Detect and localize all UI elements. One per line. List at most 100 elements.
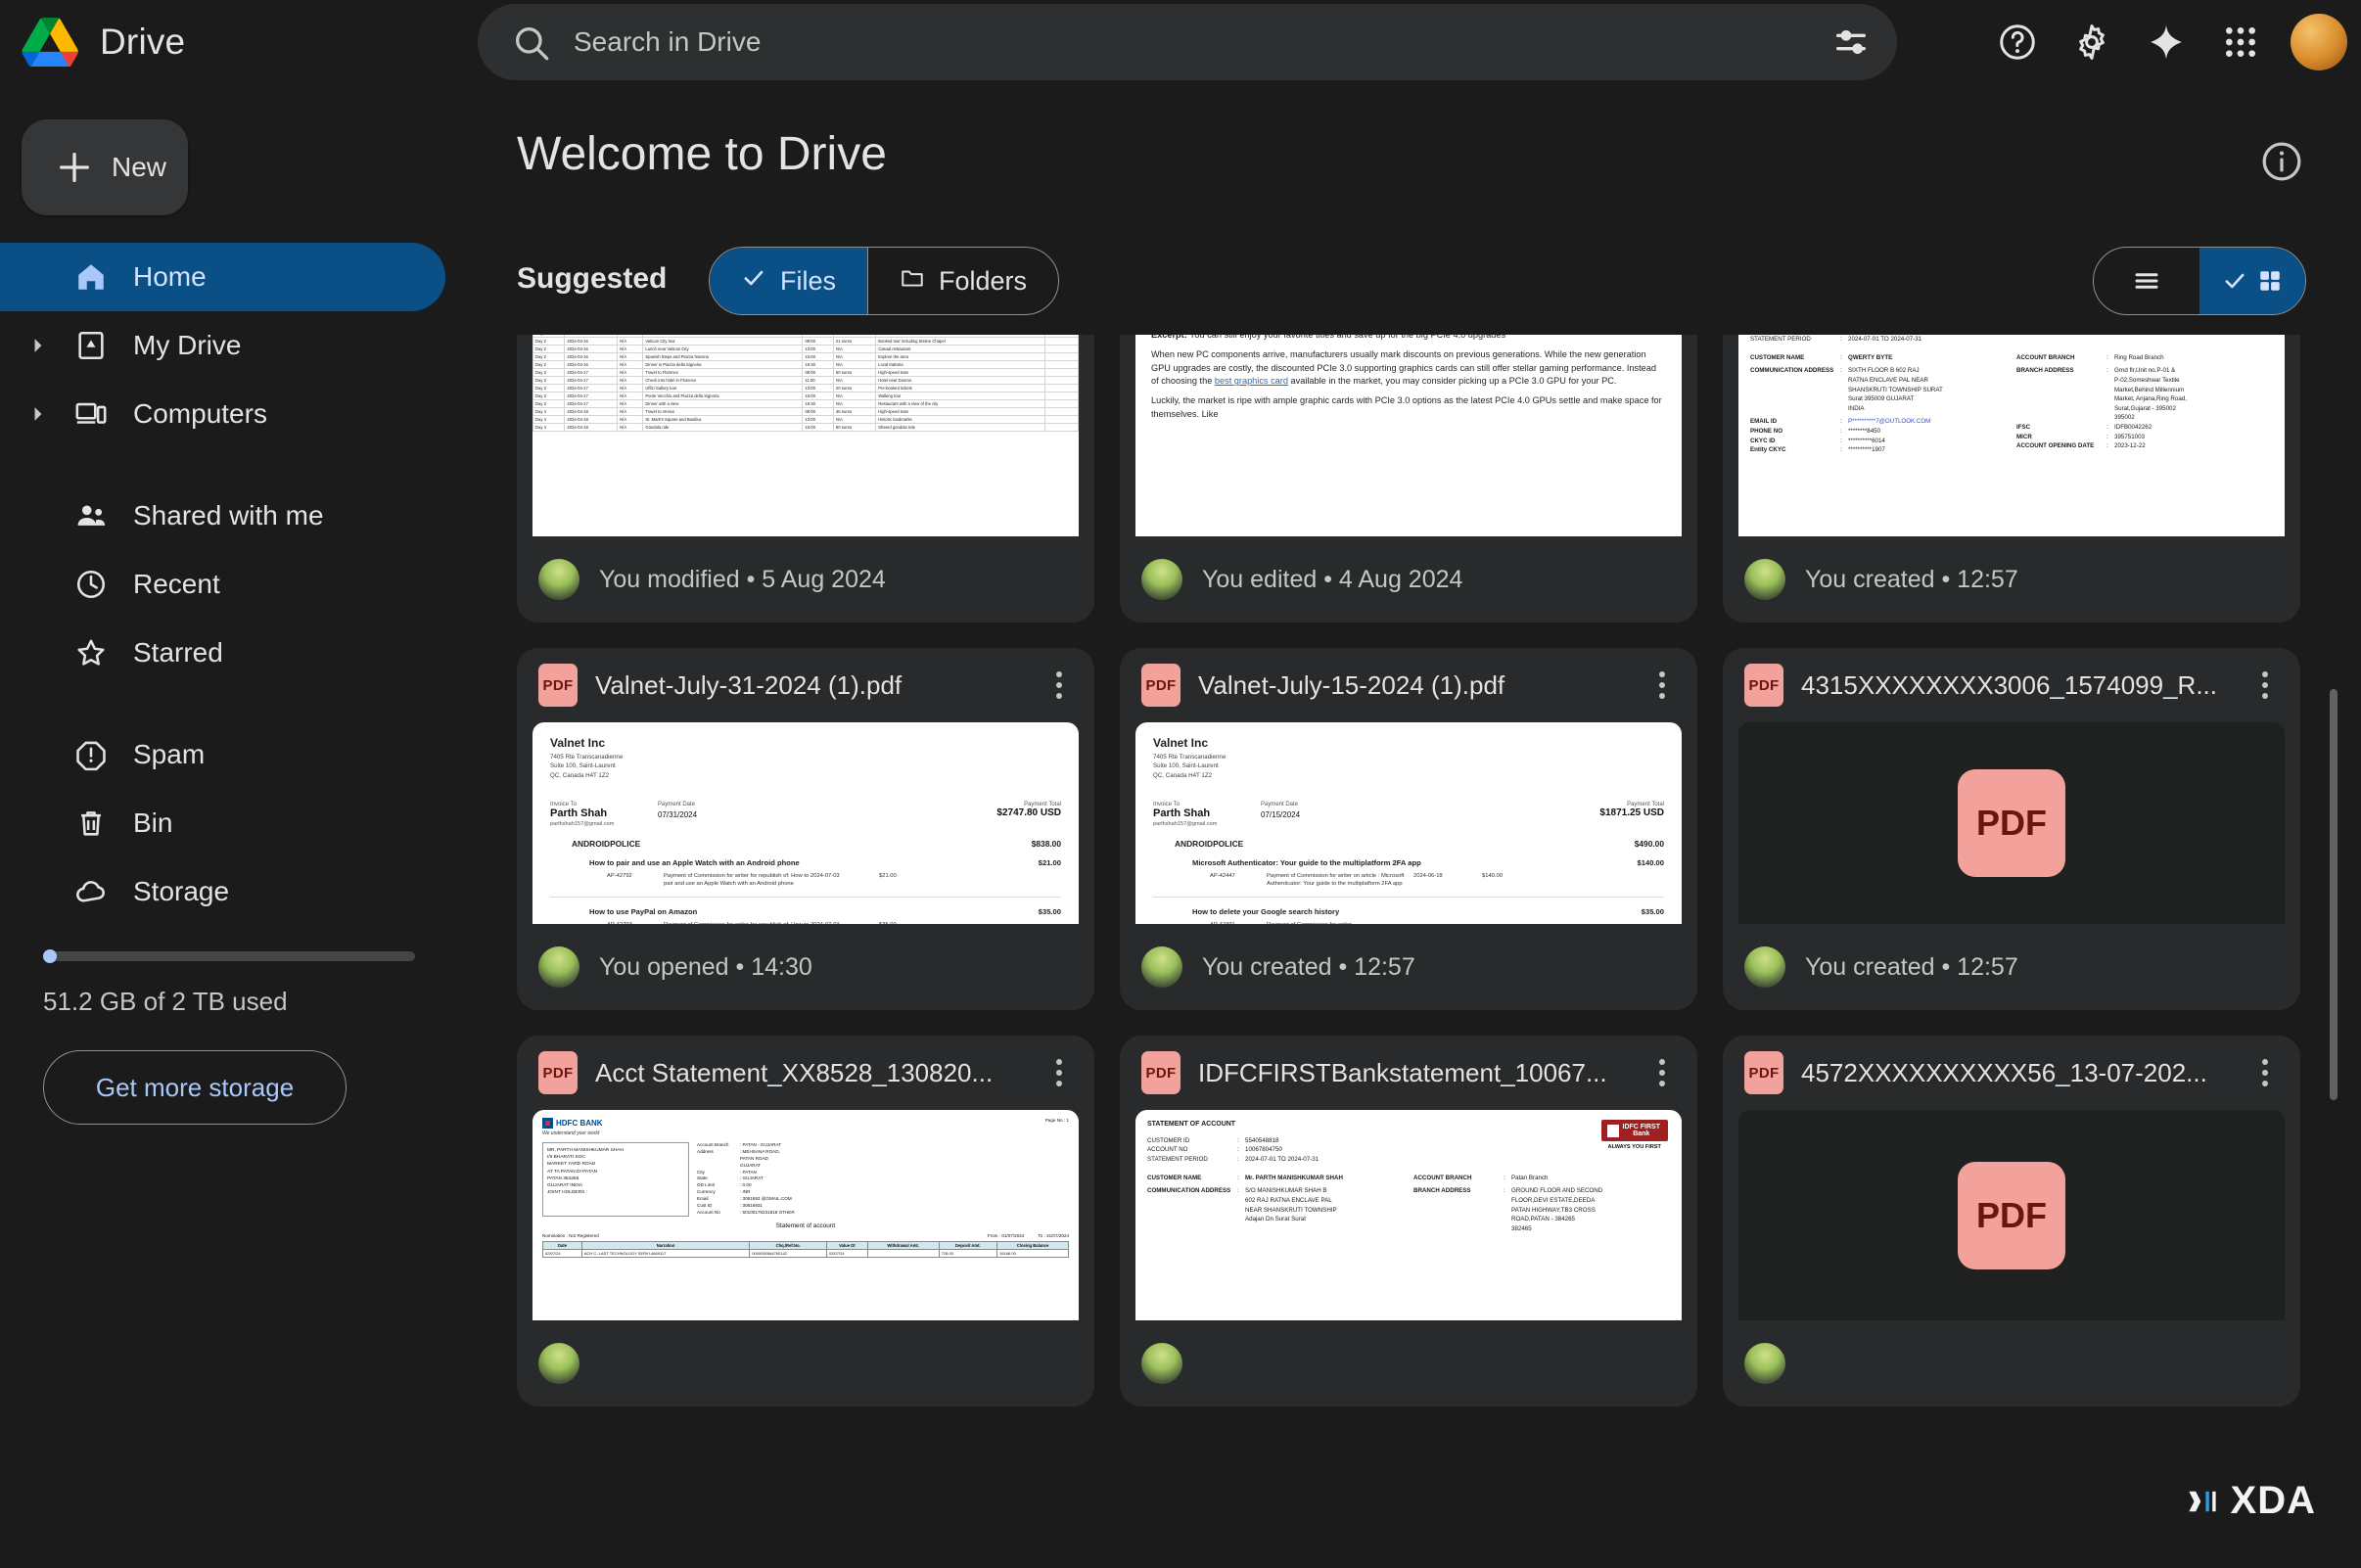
invoice-company: Valnet Inc [1153,736,1209,750]
invoice-item-title: Microsoft Authenticator: Your guide to t… [1192,857,1421,867]
nav-gap [0,687,482,720]
list-view-button[interactable] [2094,248,2199,314]
file-thumbnail[interactable]: PDF [1738,722,2285,924]
search-input[interactable] [550,26,1829,58]
sidebar-item-starred[interactable]: Starred [0,619,445,687]
invoice-item-desc: Payment of Commission for writer for rep… [664,872,810,888]
sidebar-item-shared-with-me[interactable]: Shared with me [0,482,445,550]
file-card[interactable]: PDF Valnet-July-15-2024 (1).pdf Valnet I… [1120,648,1697,1010]
file-thumbnail[interactable]: STATEMENT OF ACCOUNT CUSTOMER ID:6364131… [1738,335,2285,536]
file-name[interactable]: Valnet-July-31-2024 (1).pdf [595,670,1022,701]
sidebar-item-recent[interactable]: Recent [0,550,445,619]
storage-progress-fill [43,949,57,963]
nav-gap [0,448,482,482]
storage-usage-text: 51.2 GB of 2 TB used [43,987,288,1016]
sidebar-item-computers[interactable]: Computers [0,380,445,448]
pdf-placeholder-icon: PDF [1958,769,2065,877]
period-value: 2024-07-01 TO 2024-07-31 [1848,336,1922,344]
more-options-icon[interactable] [2245,1059,2285,1086]
sidebar-item-spam[interactable]: Spam [0,720,445,789]
file-thumbnail[interactable]: Valnet Inc 7405 Rte Transcanadienne Suite… [532,722,1079,924]
apps-grid-icon[interactable] [2210,12,2271,72]
filter-folders[interactable]: Folders [868,248,1058,314]
file-thumbnail[interactable]: Best PCIe 3.0 graphics cards Excerpt: Yo… [1135,335,1682,536]
file-card[interactable]: PDF 4315XXXXXXXX3006_1574099_R... PDF Yo… [1723,648,2300,1010]
file-card[interactable]: PDF IDFCFIRSTBankstatement_10067... STAT… [1120,1036,1697,1407]
sidebar-item-my-drive[interactable]: My Drive [0,311,445,380]
invoice-section-name: ANDROIDPOLICE [1175,838,1244,849]
avatar [1744,559,1785,600]
more-options-icon[interactable] [2245,671,2285,699]
invoice-section-amount: $838.00 [1031,838,1061,849]
top-app-bar: Drive [0,0,2361,84]
invoice-address: 7405 Rte Transcanadienne Suite 100, Saint… [550,754,624,779]
file-card[interactable]: Best PCIe 3.0 graphics cards Excerpt: Yo… [1120,335,1697,623]
file-name[interactable]: Acct Statement_XX8528_130820... [595,1058,1022,1088]
file-thumbnail[interactable]: Valnet Inc 7405 Rte Transcanadienne Suite… [1135,722,1682,924]
ckyc-label: CKYC ID [1750,437,1776,444]
more-options-icon[interactable] [1040,671,1079,699]
invoice-payment-total: $2747.80 USD [996,807,1061,818]
bank-statement-preview: STATEMENT OF ACCOUNT CUSTOMER ID:5540548… [1135,1110,1682,1243]
get-more-storage-button[interactable]: Get more storage [43,1050,347,1125]
table-header-row: Date Narration Chq./Ref.No. Value Dt Withdra… [542,1240,1069,1250]
sidebar-item-label: Spam [133,739,206,769]
file-name[interactable]: Valnet-July-15-2024 (1).pdf [1198,670,1625,701]
sidebar-item-bin[interactable]: Bin [0,789,445,857]
invoice-item-desc: Payment of Commission for writer [1267,921,1413,924]
help-icon[interactable] [1987,12,2048,72]
invoice-section-name: ANDROIDPOLICE [572,838,641,849]
filter-files[interactable]: Files [710,248,868,314]
article-inline-link[interactable]: best graphics card [1215,376,1288,386]
invoice-meta-values: Parth Shah 07/15/2024 $1871.25 USD [1153,807,1664,819]
file-card[interactable]: PDF Valnet-July-31-2024 (1).pdf Valnet I… [517,648,1094,1010]
sidebar-item-storage[interactable]: Storage [0,857,445,926]
file-name[interactable]: IDFCFIRSTBankstatement_10067... [1198,1058,1625,1088]
file-name[interactable]: 4572XXXXXXXXXX56_13-07-202... [1801,1058,2228,1088]
more-options-icon[interactable] [1643,1059,1682,1086]
file-thumbnail[interactable]: HDFC BANK Page No : 1 We understand your… [532,1110,1079,1320]
bank-logo-line2: Bank [1633,1130,1650,1137]
branch-address-label: BRANCH ADDRESS [2016,367,2074,375]
file-card[interactable]: PDF Acct Statement_XX8528_130820... HDFC… [517,1036,1094,1407]
file-card[interactable]: DayDateCityActivityTimePriceNotesNotes D… [517,335,1094,623]
clock-icon [70,568,112,601]
idfc-first-bank-logo: IDFC FIRST Bank ALWAYS YOU FIRST [1600,1120,1668,1150]
new-button[interactable]: New [22,119,188,215]
invoice-section: ANDROIDPOLICE $490.00 [1153,839,1664,849]
hdfc-email-value: : 3061693 @GMAIL.COM [740,1196,792,1202]
chevron-right-icon[interactable] [27,338,49,353]
sparkle-icon[interactable] [2136,12,2197,72]
vertical-scrollbar[interactable] [2330,689,2338,1100]
avatar[interactable] [2291,14,2347,70]
info-icon[interactable] [2259,139,2306,186]
file-thumbnail[interactable]: DayDateCityActivityTimePriceNotesNotes D… [532,335,1079,536]
more-options-icon[interactable] [1040,1059,1079,1086]
file-card[interactable]: STATEMENT OF ACCOUNT CUSTOMER ID:6364131… [1723,335,2300,623]
tune-icon[interactable] [1829,20,1874,65]
sidebar-item-label: Starred [133,637,223,668]
file-type-filter-group: Files Folders [709,247,1060,315]
file-card[interactable]: PDF 4572XXXXXXXXXX56_13-07-202... PDF [1723,1036,2300,1407]
xda-logo-icon [2186,1485,2219,1518]
sidebar-item-home[interactable]: Home [0,243,445,311]
invoice-item-detail: AP-42793 Payment of Commission for write… [550,921,1061,924]
chevron-right-icon[interactable] [27,406,49,422]
gear-icon[interactable] [2061,12,2122,72]
grid-view-button[interactable] [2199,248,2305,314]
file-activity [1723,1320,2300,1407]
xda-watermark-text: XDA [2230,1479,2316,1522]
file-thumbnail[interactable]: PDF [1738,1110,2285,1320]
file-row: DayDateCityActivityTimePriceNotesNotes D… [517,335,2306,623]
brand[interactable]: Drive [0,18,480,69]
file-name[interactable]: 4315XXXXXXXX3006_1574099_R... [1801,670,2228,701]
invoice-client-email: parthshah157@gmail.com [1153,820,1218,827]
search-bar[interactable] [478,4,1897,80]
hdfc-custid-value: : 30616931 [740,1203,763,1209]
sidebar: New Home My Drive Computers Shared with … [0,84,482,1568]
file-activity: You created • 12:57 [1120,924,1697,1010]
google-drive-logo [22,18,78,69]
more-options-icon[interactable] [1643,671,1682,699]
pdf-file-icon: PDF [1141,664,1180,707]
file-thumbnail[interactable]: STATEMENT OF ACCOUNT CUSTOMER ID:5540548… [1135,1110,1682,1320]
